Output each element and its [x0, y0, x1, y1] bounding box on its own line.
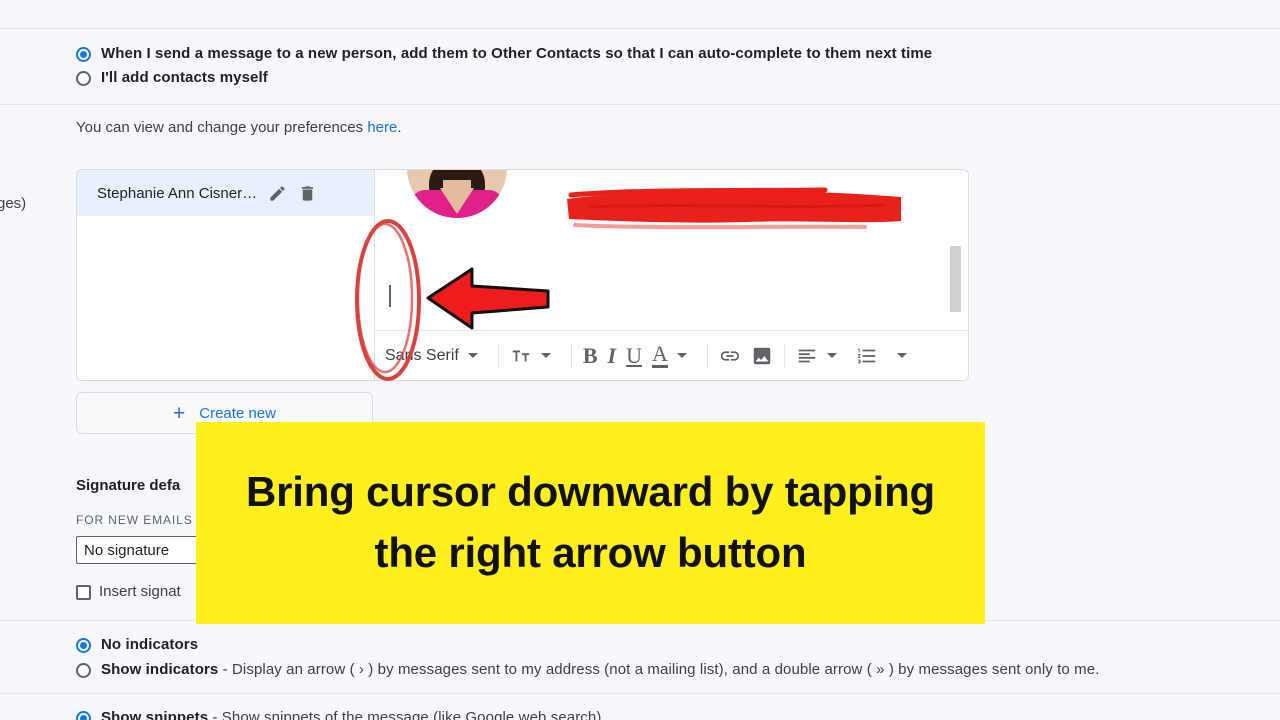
radio-no-indicators[interactable] — [76, 638, 91, 653]
align-button[interactable] — [791, 339, 851, 373]
signature-formatting-toolbar: Sans Serif B I U A — [375, 330, 968, 380]
preferences-text-after: . — [397, 119, 402, 136]
radio-show-indicators[interactable] — [76, 663, 91, 678]
insert-signature-checkbox[interactable] — [76, 585, 91, 600]
signature-list-item[interactable]: Stephanie Ann Cisner… — [77, 170, 374, 216]
label-show-indicators-rest: - Display an arrow ( › ) by messages sen… — [218, 661, 1100, 678]
label-manual-add-contacts: I'll add contacts myself — [101, 69, 268, 86]
pencil-icon[interactable] — [268, 184, 287, 203]
label-show-indicators-bold: Show indicators — [101, 661, 219, 678]
new-email-signature-value: No signature — [84, 541, 170, 559]
for-new-emails-label: FOR NEW EMAILS — [76, 513, 193, 527]
insert-link-button[interactable] — [714, 339, 746, 373]
signature-panel: Stephanie Ann Cisner… Sans Serif B I U A — [76, 169, 969, 381]
label-no-indicators: No indicators — [101, 636, 199, 653]
insert-image-button[interactable] — [746, 339, 778, 373]
toolbar-separator — [783, 342, 785, 369]
bold-icon: B — [582, 342, 598, 368]
radio-show-snippets[interactable] — [76, 711, 91, 720]
link-icon — [720, 350, 740, 361]
create-new-label: Create new — [199, 404, 276, 422]
trash-icon[interactable] — [298, 184, 317, 203]
image-icon — [753, 347, 771, 364]
gmail-settings-screen: ges) When I send a message to a new pers… — [0, 0, 1280, 720]
label-auto-add-contacts: When I send a message to a new person, a… — [101, 45, 933, 62]
italic-icon: I — [607, 342, 617, 368]
signature-defaults-title: Signature defa — [76, 477, 181, 494]
preferences-line: You can view and change your preferences… — [76, 119, 402, 136]
align-left-icon — [798, 349, 816, 362]
toolbar-separator — [706, 342, 708, 369]
italic-button[interactable]: I — [603, 339, 622, 373]
numbered-list-button[interactable] — [851, 339, 883, 373]
label-show-indicators: Show indicators - Display an arrow ( › )… — [101, 661, 1099, 678]
editor-scrollbar-thumb[interactable] — [950, 246, 961, 312]
signature-name: Stephanie Ann Cisner… — [97, 184, 258, 202]
more-options-button[interactable] — [883, 339, 921, 373]
label-show-snippets-bold: Show snippets — [101, 709, 209, 720]
label-show-snippets: Show snippets - Show snippets of the mes… — [101, 709, 606, 720]
preferences-here-link[interactable]: here — [367, 119, 397, 136]
bold-button[interactable]: B — [578, 339, 603, 373]
font-family-label: Sans Serif — [385, 346, 459, 364]
radio-auto-add-contacts[interactable] — [76, 47, 91, 62]
underline-icon: U — [626, 342, 642, 368]
divider-top — [0, 28, 1280, 29]
chevron-down-icon — [826, 353, 837, 358]
chevron-down-icon — [467, 353, 478, 358]
divider-contacts — [0, 104, 1280, 105]
chevron-down-icon — [540, 353, 551, 358]
toolbar-separator — [570, 342, 572, 369]
font-family-dropdown[interactable]: Sans Serif — [375, 339, 492, 373]
redaction-marker — [567, 187, 901, 230]
text-cursor-caret — [389, 285, 391, 307]
toolbar-separator — [497, 342, 499, 369]
numbered-list-icon — [857, 348, 876, 363]
text-color-icon: A — [651, 341, 668, 368]
signature-list: Stephanie Ann Cisner… — [77, 170, 375, 380]
signature-editor[interactable]: Sans Serif B I U A — [375, 170, 968, 380]
divider-snippets — [0, 693, 1280, 694]
instruction-callout: Bring cursor downward by tapping the rig… — [196, 422, 985, 624]
chevron-down-icon — [896, 353, 907, 358]
insert-signature-label: Insert signat — [99, 583, 181, 600]
signature-avatar-image — [407, 170, 507, 220]
preferences-text-before: You can view and change your preferences — [76, 119, 368, 136]
instruction-callout-text: Bring cursor downward by tapping the rig… — [246, 468, 935, 576]
label-show-snippets-rest: - Show snippets of the message (like Goo… — [208, 709, 606, 720]
underline-button[interactable]: U — [621, 339, 647, 373]
left-cutoff-text: ges) — [0, 195, 27, 212]
radio-manual-add-contacts[interactable] — [76, 71, 91, 86]
font-size-button[interactable] — [505, 339, 565, 373]
text-color-button[interactable]: A — [647, 339, 701, 373]
plus-icon: + — [173, 401, 186, 425]
chevron-down-icon — [676, 353, 687, 358]
